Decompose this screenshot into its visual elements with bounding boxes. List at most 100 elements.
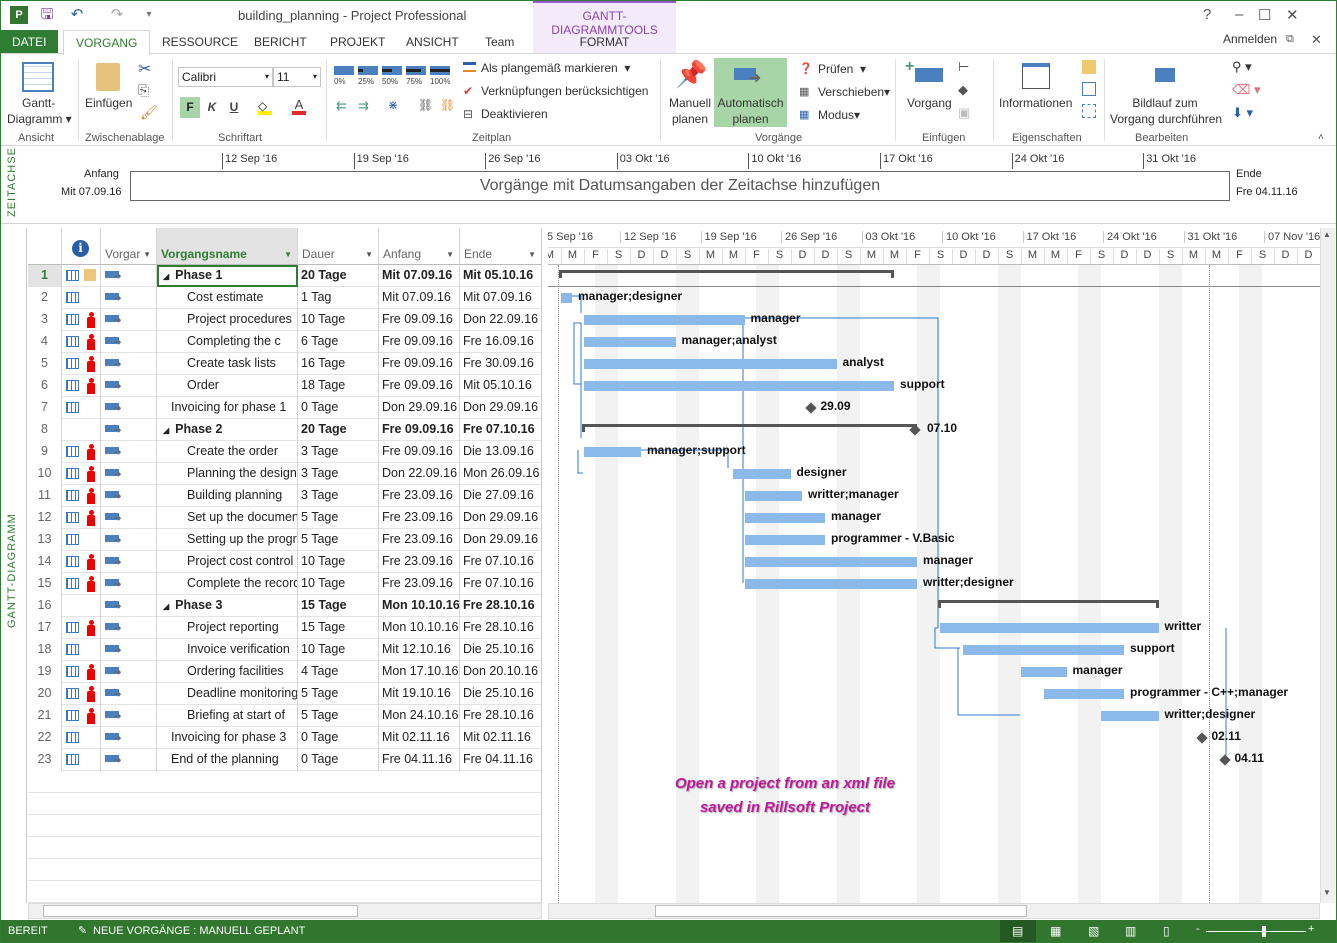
mode-button[interactable]: Modus▾ xyxy=(818,108,860,122)
percent-complete-1-button[interactable] xyxy=(358,66,378,75)
row-number[interactable]: 6 xyxy=(28,375,62,397)
start-cell[interactable]: Fre 09.09.16 xyxy=(379,309,460,331)
summary-bar[interactable] xyxy=(581,424,917,432)
percent-complete-2-button[interactable] xyxy=(382,66,402,75)
italic-button[interactable]: K xyxy=(204,97,220,118)
table-row[interactable]: 17 Project reporting 15 TageMon 10.10.16Fr… xyxy=(28,617,541,639)
row-number[interactable]: 19 xyxy=(28,661,62,683)
task-bar[interactable] xyxy=(744,513,825,523)
task-bar[interactable] xyxy=(1043,689,1124,699)
task-name-cell[interactable]: Deadline monitoring xyxy=(157,683,298,705)
row-number[interactable]: 3 xyxy=(28,309,62,331)
task-mode-cell[interactable] xyxy=(101,331,157,353)
task-bar[interactable] xyxy=(940,623,1159,633)
redo-icon[interactable]: ↷ xyxy=(108,6,126,24)
task-mode-cell[interactable] xyxy=(101,419,157,441)
finish-cell[interactable]: Fre 28.10.16 xyxy=(460,617,541,639)
table-row[interactable]: 20 Deadline monitoring5 TageMit 19.10.16D… xyxy=(28,683,541,705)
collapse-triangle-icon[interactable]: ◢ xyxy=(163,602,169,611)
start-cell[interactable]: Fre 23.09.16 xyxy=(379,507,460,529)
duration-cell[interactable]: 1 Tag xyxy=(298,287,379,309)
row-number[interactable]: 18 xyxy=(28,639,62,661)
table-row[interactable]: 7Invoicing for phase 10 TageDon 29.09.16… xyxy=(28,397,541,419)
outdent-icon[interactable]: ⇇ xyxy=(336,98,347,114)
link-tasks-icon[interactable]: ⛓ xyxy=(418,98,433,112)
task-mode-cell[interactable] xyxy=(101,617,157,639)
duration-cell[interactable]: 15 Tage xyxy=(298,617,379,639)
resource-overallocated-icon[interactable] xyxy=(87,444,95,460)
task-mode-cell[interactable] xyxy=(101,639,157,661)
task-mode-cell[interactable] xyxy=(101,375,157,397)
font-name-select[interactable]: Calibri ▾ xyxy=(178,67,273,87)
details-icon[interactable] xyxy=(1082,82,1096,96)
tab-team[interactable]: Team xyxy=(473,30,526,54)
row-number[interactable]: 23 xyxy=(28,749,62,771)
table-row[interactable]: 16 ◢ Phase 3 15 TageMon 10.10.16Fre 28.10.1… xyxy=(28,595,541,617)
task-name-cell[interactable]: Invoicing for phase 3 xyxy=(157,727,298,749)
column-header-finish[interactable]: Ende ▼ xyxy=(460,228,541,265)
gantt-horizontal-scrollbar[interactable] xyxy=(548,903,1320,919)
duration-cell[interactable]: 0 Tage xyxy=(298,727,379,749)
table-row[interactable]: 15 Complete the records10 TageFre 23.09.1… xyxy=(28,573,541,595)
finish-cell[interactable]: Mit 05.10.16 xyxy=(460,265,541,287)
tab-format[interactable]: FORMAT xyxy=(533,35,676,49)
resource-overallocated-icon[interactable] xyxy=(87,620,95,636)
duration-cell[interactable]: 4 Tage xyxy=(298,661,379,683)
percent-complete-0-button[interactable] xyxy=(334,66,354,75)
finish-cell[interactable]: Die 25.10.16 xyxy=(460,639,541,661)
start-cell[interactable]: Don 29.09.16 xyxy=(379,397,460,419)
start-cell[interactable]: Fre 23.09.16 xyxy=(379,551,460,573)
table-row[interactable]: 12 Set up the documents5 TageFre 23.09.16… xyxy=(28,507,541,529)
summary-bar[interactable] xyxy=(938,600,1159,608)
task-name-cell[interactable]: Order xyxy=(157,375,298,397)
task-name-cell[interactable]: Project reporting xyxy=(157,617,298,639)
save-icon[interactable]: 🖫 xyxy=(38,6,56,24)
duration-cell[interactable]: 16 Tage xyxy=(298,353,379,375)
duration-cell[interactable]: 20 Tage xyxy=(298,265,379,287)
zoom-in-icon[interactable]: + xyxy=(1308,923,1314,935)
row-number[interactable]: 22 xyxy=(28,727,62,749)
format-painter-icon[interactable]: 🖌 xyxy=(140,104,158,121)
column-header-start[interactable]: Anfang ▼ xyxy=(379,228,460,265)
column-header-mode[interactable]: Vorgar ▼ xyxy=(101,228,157,265)
task-name-cell[interactable]: Project procedures xyxy=(157,309,298,331)
task-name-cell[interactable]: ◢ Phase 2 xyxy=(157,419,298,441)
task-bar[interactable] xyxy=(744,579,917,589)
task-bar[interactable] xyxy=(1101,711,1159,721)
resource-overallocated-icon[interactable] xyxy=(87,312,95,328)
empty-row[interactable] xyxy=(28,837,541,859)
chevron-down-icon[interactable]: ▼ xyxy=(528,250,536,259)
insert-summary-icon[interactable]: ⊢ xyxy=(958,59,969,75)
table-row[interactable]: 22Invoicing for phase 30 TageMit 02.11.1… xyxy=(28,727,541,749)
collapse-ribbon-icon[interactable]: ˄ xyxy=(1318,132,1324,143)
table-row[interactable]: 13 Setting up the program5 TageFre 23.09.… xyxy=(28,529,541,551)
scroll-to-task-button[interactable]: Bildlauf zum Vorgang durchführen xyxy=(1110,96,1222,126)
row-number[interactable]: 7 xyxy=(28,397,62,419)
auto-schedule-button[interactable]: ➜ Automatisch planen xyxy=(714,58,787,127)
font-color-icon[interactable]: A xyxy=(292,97,306,115)
row-number[interactable]: 2 xyxy=(28,287,62,309)
task-name-cell[interactable]: Project cost control xyxy=(157,551,298,573)
maximize-button[interactable]: ☐ xyxy=(1258,6,1271,24)
scroll-thumb[interactable] xyxy=(655,905,1027,917)
task-mode-cell[interactable] xyxy=(101,595,157,617)
task-name-cell[interactable]: Cost estimate xyxy=(157,287,298,309)
resource-overallocated-icon[interactable] xyxy=(87,664,95,680)
task-bar[interactable] xyxy=(963,645,1124,655)
task-mode-cell[interactable] xyxy=(101,573,157,595)
finish-cell[interactable]: Mit 02.11.16 xyxy=(460,727,541,749)
gantt-view-button[interactable]: Gantt- xyxy=(22,96,55,110)
duration-cell[interactable]: 3 Tage xyxy=(298,463,379,485)
table-row[interactable]: 2Cost estimate1 TagMit 07.09.16Mit 07.09… xyxy=(28,287,541,309)
scroll-down-icon[interactable]: ▼ xyxy=(1323,888,1331,897)
task-name-cell[interactable]: Set up the documents xyxy=(157,507,298,529)
table-row[interactable]: 23End of the planning0 TageFre 04.11.16F… xyxy=(28,749,541,771)
resource-overallocated-icon[interactable] xyxy=(87,466,95,482)
start-cell[interactable]: Mit 02.11.16 xyxy=(379,727,460,749)
row-header-corner[interactable] xyxy=(28,228,62,265)
finish-cell[interactable]: Fre 07.10.16 xyxy=(460,419,541,441)
task-name-cell[interactable]: Briefing at start of xyxy=(157,705,298,727)
empty-row[interactable] xyxy=(28,859,541,881)
finish-cell[interactable]: Fre 04.11.16 xyxy=(460,749,541,771)
manual-schedule-button[interactable]: Manuell planen xyxy=(668,96,712,126)
